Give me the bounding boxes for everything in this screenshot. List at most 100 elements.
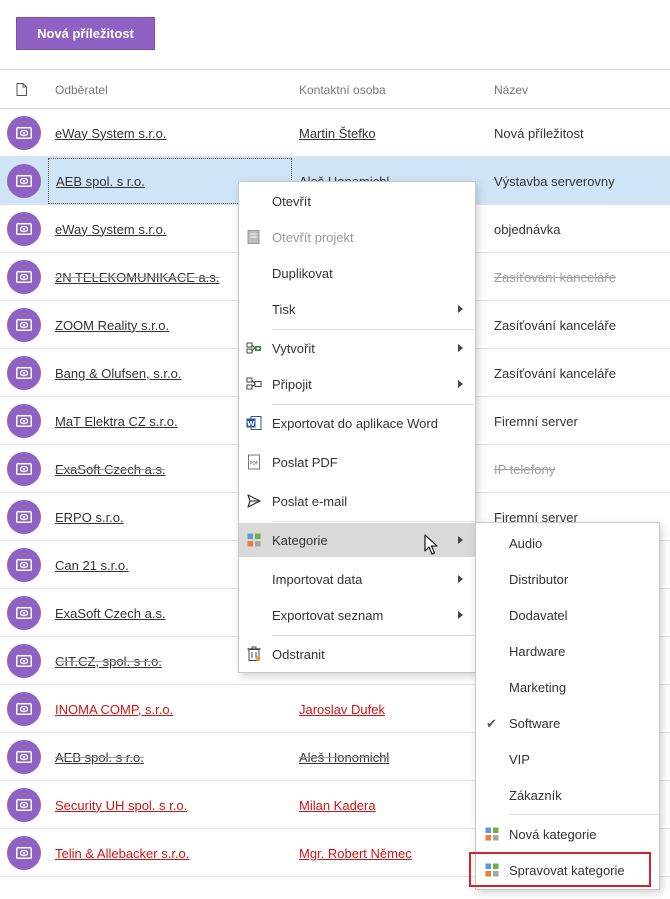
new-category-item[interactable]: Nová kategorie xyxy=(476,816,659,852)
menu-item-poslat-e-mail[interactable]: Poslat e-mail xyxy=(239,484,475,518)
customer-link[interactable]: ExaSoft Czech a.s. xyxy=(55,462,166,477)
contact-link[interactable]: Mgr. Robert Němec xyxy=(299,846,412,861)
opportunity-icon xyxy=(7,596,41,630)
mouse-cursor-icon xyxy=(424,534,438,555)
menu-item-exportovat-seznam[interactable]: Exportovat seznam xyxy=(239,598,475,632)
category-label: Marketing xyxy=(509,679,567,695)
svg-text:PDF: PDF xyxy=(250,461,259,467)
submenu-arrow-icon xyxy=(458,611,463,619)
customer-link[interactable]: Bang & Olufsen, s.r.o. xyxy=(55,366,181,381)
customer-link[interactable]: ExaSoft Czech a.s. xyxy=(55,606,166,621)
context-menu: Otevřít Otevřít projekt Duplikovat Tisk Vytv… xyxy=(238,181,476,673)
customer-link[interactable]: CIT.CZ, spol. s r.o. xyxy=(55,654,162,669)
opportunity-name: objednávka xyxy=(494,221,561,237)
opportunity-icon xyxy=(7,116,41,150)
opportunity-icon xyxy=(7,788,41,822)
menu-item-importovat-data[interactable]: Importovat data xyxy=(239,562,475,596)
menu-item-label: Importovat data xyxy=(272,571,363,587)
customer-link[interactable]: ZOOM Reality s.r.o. xyxy=(55,318,169,333)
category-label: Distributor xyxy=(509,571,569,587)
menu-item-poslat-pdf[interactable]: PDF Poslat PDF xyxy=(239,445,475,479)
check-icon: ✔ xyxy=(486,716,497,731)
customer-link[interactable]: eWay System s.r.o. xyxy=(55,126,167,141)
category-label: Software xyxy=(509,715,561,731)
category-icon xyxy=(484,826,500,842)
new-opportunity-button[interactable]: Nová příležitost xyxy=(16,17,155,50)
customer-link[interactable]: Telin & Allebacker s.r.o. xyxy=(55,846,189,861)
opportunity-name: Nová příležitost xyxy=(494,125,584,141)
send-icon xyxy=(246,493,262,509)
menu-separator xyxy=(272,404,474,405)
opportunity-icon xyxy=(7,692,41,726)
create-icon xyxy=(246,340,262,356)
customer-link[interactable]: AEB spol. s r.o. xyxy=(55,750,144,765)
menu-item-label: Exportovat do aplikace Word xyxy=(272,415,438,431)
menu-item-otevrit-projekt[interactable]: Otevřít projekt xyxy=(239,220,475,254)
category-label: Zákazník xyxy=(509,787,562,803)
menu-separator xyxy=(272,521,474,522)
menu-item-label: Kategorie xyxy=(272,532,328,548)
customer-link[interactable]: ERPO s.r.o. xyxy=(55,510,124,525)
category-submenu: Audio Distributor Dodavatel Hardware Marketi… xyxy=(469,522,660,890)
menu-item-duplikovat[interactable]: Duplikovat xyxy=(239,256,475,290)
customer-link[interactable]: Security UH spol. s r.o. xyxy=(55,798,187,813)
menu-separator xyxy=(272,329,474,330)
menu-item-vytvorit[interactable]: Vytvořit xyxy=(239,331,475,365)
category-item[interactable]: Hardware xyxy=(476,633,659,669)
opportunity-icon xyxy=(7,164,41,198)
menu-item-kategorie[interactable]: Kategorie xyxy=(239,523,475,557)
category-item[interactable]: Audio xyxy=(476,525,659,561)
contact-link[interactable]: Martin Štefko xyxy=(299,126,376,141)
opportunity-icon xyxy=(7,308,41,342)
customer-link[interactable]: INOMA COMP, s.r.o. xyxy=(55,702,173,717)
column-header-contact[interactable]: Kontaktní osoba xyxy=(299,83,386,97)
menu-item-label: Připojit xyxy=(272,376,312,392)
menu-item-exportovat-do-aplikace-word[interactable]: W Exportovat do aplikace Word xyxy=(239,406,475,440)
table-row[interactable]: eWay System s.r.o. Martin Štefko Nová příl… xyxy=(0,109,670,157)
menu-item-pripojit[interactable]: Připojit xyxy=(239,367,475,401)
submenu-arrow-icon xyxy=(458,536,463,544)
pdf-icon: PDF xyxy=(246,454,262,470)
menu-item-label: Otevřít projekt xyxy=(272,229,354,245)
menu-separator xyxy=(272,635,474,636)
column-header-name[interactable]: Název xyxy=(494,83,528,97)
category-item[interactable]: Distributor xyxy=(476,561,659,597)
submenu-arrow-icon xyxy=(458,380,463,388)
submenu-arrow-icon xyxy=(458,344,463,352)
menu-item-otevrit[interactable]: Otevřít xyxy=(239,184,475,218)
opportunity-name: Zasíťování kanceláře xyxy=(494,365,616,381)
opportunity-name: Zasíťování kanceláře xyxy=(494,317,616,333)
opportunity-icon xyxy=(7,356,41,390)
attach-icon xyxy=(246,376,262,392)
document-icon xyxy=(16,83,27,96)
menu-item-label: Exportovat seznam xyxy=(272,607,384,623)
customer-link[interactable]: eWay System s.r.o. xyxy=(55,222,167,237)
contact-link[interactable]: Aleš Honomichl xyxy=(299,750,389,765)
opportunity-icon xyxy=(7,212,41,246)
manage-categories-item[interactable]: Spravovat kategorie xyxy=(476,852,659,888)
customer-link[interactable]: Can 21 s.r.o. xyxy=(55,558,129,573)
opportunity-icon xyxy=(7,260,41,294)
customer-link[interactable]: 2N TELEKOMUNIKACE a.s. xyxy=(55,270,219,285)
category-item[interactable]: Dodavatel xyxy=(476,597,659,633)
category-icon xyxy=(484,862,500,878)
menu-item-tisk[interactable]: Tisk xyxy=(239,292,475,326)
category-item[interactable]: Marketing xyxy=(476,669,659,705)
opportunity-icon xyxy=(7,740,41,774)
contact-link[interactable]: Jaroslav Dufek xyxy=(299,702,385,717)
category-icon xyxy=(246,532,262,548)
category-label: VIP xyxy=(509,751,530,767)
svg-text:W: W xyxy=(247,420,255,428)
menu-separator xyxy=(509,814,659,815)
category-label: Hardware xyxy=(509,643,566,659)
menu-item-odstranit[interactable]: Odstranit xyxy=(239,637,475,671)
menu-item-label: Vytvořit xyxy=(272,340,315,356)
customer-link[interactable]: MaT Elektra CZ s.r.o. xyxy=(55,414,178,429)
customer-link[interactable]: AEB spol. s r.o. xyxy=(56,174,145,189)
category-item[interactable]: ✔ Software xyxy=(476,705,659,741)
category-item[interactable]: VIP xyxy=(476,741,659,777)
category-item[interactable]: Zákazník xyxy=(476,777,659,813)
contact-link[interactable]: Milan Kadera xyxy=(299,798,376,813)
column-header-customer[interactable]: Odběratel xyxy=(55,83,108,97)
category-label: Dodavatel xyxy=(509,607,568,623)
